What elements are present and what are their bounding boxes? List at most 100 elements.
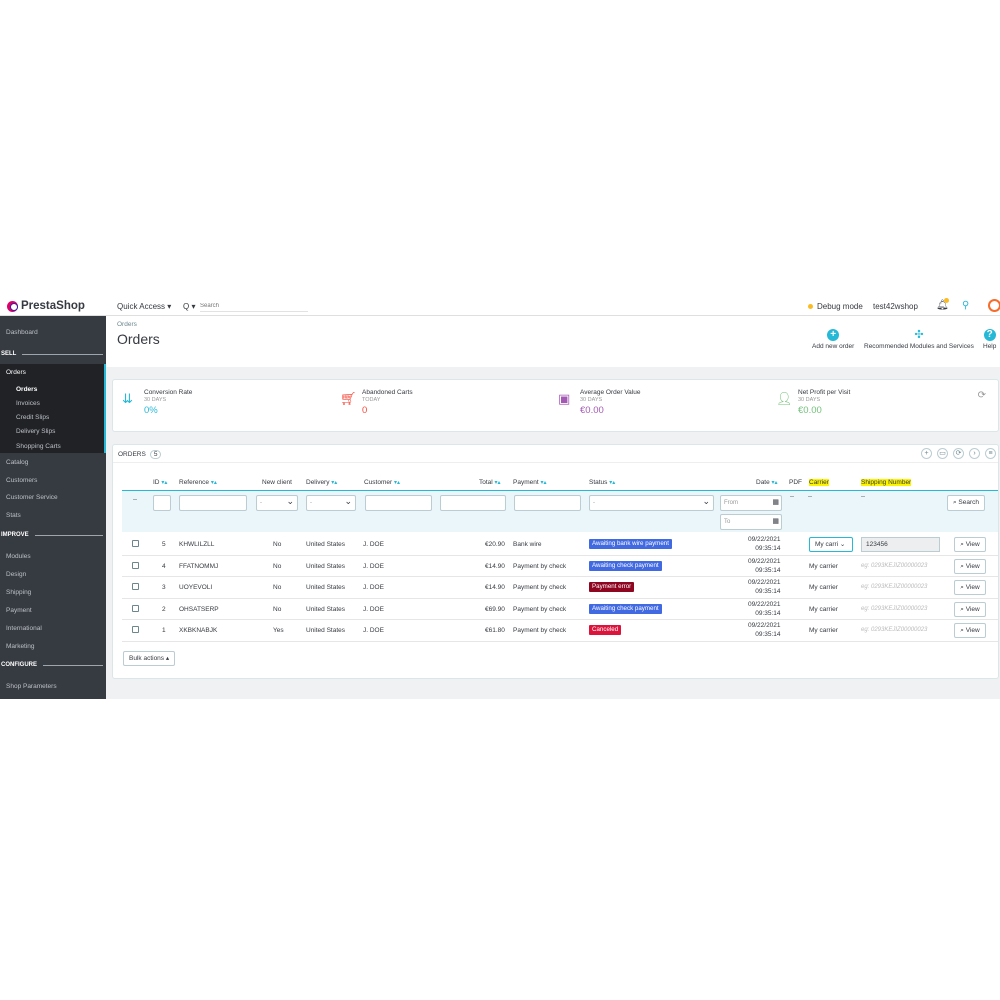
filter-date-from[interactable]: From ▦ (720, 495, 782, 511)
row-checkbox[interactable] (132, 604, 139, 612)
col-delivery[interactable]: Delivery ▾▴ (306, 479, 337, 486)
col-payment[interactable]: Payment ▾▴ (513, 479, 547, 486)
shipping-number-placeholder[interactable]: eg: 0293KEJIZ00000023 (861, 606, 927, 612)
shipping-number-placeholder[interactable]: eg: 0293KEJIZ00000023 (861, 584, 927, 590)
logo[interactable]: PrestaShop (7, 300, 85, 312)
sidebar-item-marketing[interactable]: Marketing (6, 643, 35, 650)
sort-icon[interactable]: ▾▴ (161, 480, 167, 486)
shipping-number-placeholder[interactable]: eg: 0293KEJIZ00000023 (861, 563, 927, 569)
table-row[interactable]: 3 UOYEVOLI No United States J. DOE €14.90 Paym… (122, 577, 998, 599)
filter-payment-input[interactable] (514, 495, 581, 511)
sort-icon[interactable]: ▾▴ (211, 480, 217, 486)
sidebar-item-design[interactable]: Design (6, 571, 26, 578)
status-badge[interactable]: Awaiting bank wire payment (589, 539, 672, 549)
database-icon[interactable]: ≡ (985, 448, 996, 459)
status-badge[interactable]: Awaiting check payment (589, 560, 662, 571)
row-checkbox[interactable] (132, 561, 139, 569)
shipping-number-placeholder[interactable]: eg: 0293KEJIZ00000023 (861, 627, 927, 633)
sidebar-item-stats[interactable]: Stats (6, 512, 21, 519)
sort-icon[interactable]: ▾▴ (495, 480, 501, 486)
add-new-order-button[interactable]: + Add new order (812, 329, 854, 350)
filter-id-input[interactable] (153, 495, 171, 511)
sidebar-item-dashboard[interactable]: Dashboard (6, 329, 38, 336)
add-circle-icon[interactable]: + (921, 448, 932, 459)
col-total[interactable]: Total ▾▴ (479, 479, 501, 486)
bulk-actions-button[interactable]: Bulk actions ▴ (123, 651, 176, 666)
table-row[interactable]: 2 OHSATSERP No United States J. DOE €69.90 Pay… (122, 599, 998, 621)
cell-carrier[interactable]: My carrier (809, 563, 838, 570)
cell-carrier[interactable]: My carrier (809, 627, 838, 634)
search-input[interactable] (200, 301, 308, 312)
status-badge[interactable]: Payment error (589, 582, 635, 593)
cell-carrier[interactable]: My carrier (809, 606, 838, 613)
view-button[interactable]: ⌕ View (954, 558, 986, 574)
calendar-icon[interactable]: ▦ (772, 515, 779, 529)
status-badge[interactable]: Canceled (589, 625, 622, 636)
export-icon[interactable]: ▭ (937, 448, 948, 459)
help-button[interactable]: ? Help (983, 329, 996, 350)
breadcrumb[interactable]: Orders (117, 321, 137, 328)
table-row[interactable]: 1 XKBKNABJK Yes United States J. DOE €61.80 Pa… (122, 620, 998, 642)
filter-reference-input[interactable] (179, 495, 247, 511)
table-row[interactable]: 4 FFATNOMMJ No United States J. DOE €14.90 Pay… (122, 556, 998, 578)
col-customer[interactable]: Customer ▾▴ (364, 479, 400, 486)
sidebar-item-customer-service[interactable]: Customer Service (6, 494, 58, 501)
sidebar-sub-credit-slips[interactable]: Credit Slips (16, 414, 49, 421)
view-button[interactable]: ⌕ View (954, 601, 986, 617)
filter-date-to[interactable]: To ▦ (720, 514, 782, 530)
sql-query-icon[interactable]: › (969, 448, 980, 459)
view-button[interactable]: ⌕ View (954, 623, 986, 639)
quick-access-menu[interactable]: Quick Access ▾ (117, 302, 171, 311)
sidebar-sub-invoices[interactable]: Invoices (16, 400, 40, 407)
sort-icon[interactable]: ▾▴ (394, 480, 400, 486)
row-checkbox[interactable] (132, 626, 139, 634)
refresh-list-icon[interactable]: ⟳ (953, 448, 964, 459)
sidebar-sub-orders[interactable]: Orders (16, 386, 37, 393)
cart-icon: 🛒︎ (340, 391, 357, 406)
calendar-icon[interactable]: ▦ (772, 496, 779, 510)
col-status[interactable]: Status ▾▴ (589, 479, 615, 486)
refresh-icon[interactable]: ⟳ (978, 390, 986, 401)
cell-date: 09/22/2021 09:35:14 (748, 600, 781, 617)
filter-new-client-select[interactable]: - (256, 494, 298, 511)
sidebar-item-shop-parameters[interactable]: Shop Parameters (6, 683, 57, 690)
debug-mode-indicator[interactable]: Debug mode (808, 302, 863, 311)
filter-delivery-select[interactable]: - (306, 494, 356, 511)
sidebar-item-customers[interactable]: Customers (6, 477, 37, 484)
carrier-select[interactable]: My carri ⌄ (809, 537, 853, 552)
filter-customer-input[interactable] (365, 495, 432, 511)
table-row[interactable]: 5 KHWLILZLL No United States J. DOE €20.90 Ban… (122, 534, 998, 556)
row-checkbox[interactable] (132, 540, 139, 547)
cell-carrier[interactable]: My carrier (809, 584, 838, 591)
avatar[interactable] (988, 299, 1000, 312)
col-date[interactable]: Date ▾▴ (756, 479, 778, 486)
search-button[interactable]: ⌕ Search (947, 495, 985, 511)
sort-icon[interactable]: ▾▴ (331, 480, 337, 486)
sidebar-item-payment[interactable]: Payment (6, 607, 32, 614)
sidebar-item-catalog[interactable]: Catalog (6, 459, 28, 466)
sidebar-item-international[interactable]: International (6, 625, 42, 632)
sort-icon[interactable]: ▾▴ (772, 480, 778, 486)
sort-icon[interactable]: ▾▴ (609, 480, 615, 486)
sidebar-sub-shopping-carts[interactable]: Shopping Carts (16, 443, 61, 450)
col-reference[interactable]: Reference ▾▴ (179, 479, 217, 486)
debug-mode-label: Debug mode (817, 302, 863, 311)
cell-delivery: United States (306, 584, 346, 592)
shop-icon[interactable]: ⚲ (962, 300, 969, 311)
sidebar-sub-delivery-slips[interactable]: Delivery Slips (16, 428, 55, 435)
search-icon[interactable]: Q ▾ (183, 302, 195, 311)
sidebar-item-orders[interactable]: Orders (6, 369, 26, 376)
sort-icon[interactable]: ▾▴ (540, 480, 546, 486)
filter-total-input[interactable] (440, 495, 506, 511)
status-badge[interactable]: Awaiting check payment (589, 603, 662, 614)
sidebar-item-shipping[interactable]: Shipping (6, 589, 31, 596)
filter-status-select[interactable]: - (589, 494, 714, 511)
recommended-modules-button[interactable]: ✣ Recommended Modules and Services (864, 329, 974, 350)
shipping-number-input[interactable]: 123456 (861, 537, 940, 552)
view-button[interactable]: ⌕ View (954, 537, 986, 552)
view-button[interactable]: ⌕ View (954, 580, 986, 596)
row-checkbox[interactable] (132, 583, 139, 591)
col-id[interactable]: ID ▾▴ (153, 479, 167, 486)
shop-name-link[interactable]: test42wshop (873, 302, 918, 311)
sidebar-item-modules[interactable]: Modules (6, 553, 31, 560)
